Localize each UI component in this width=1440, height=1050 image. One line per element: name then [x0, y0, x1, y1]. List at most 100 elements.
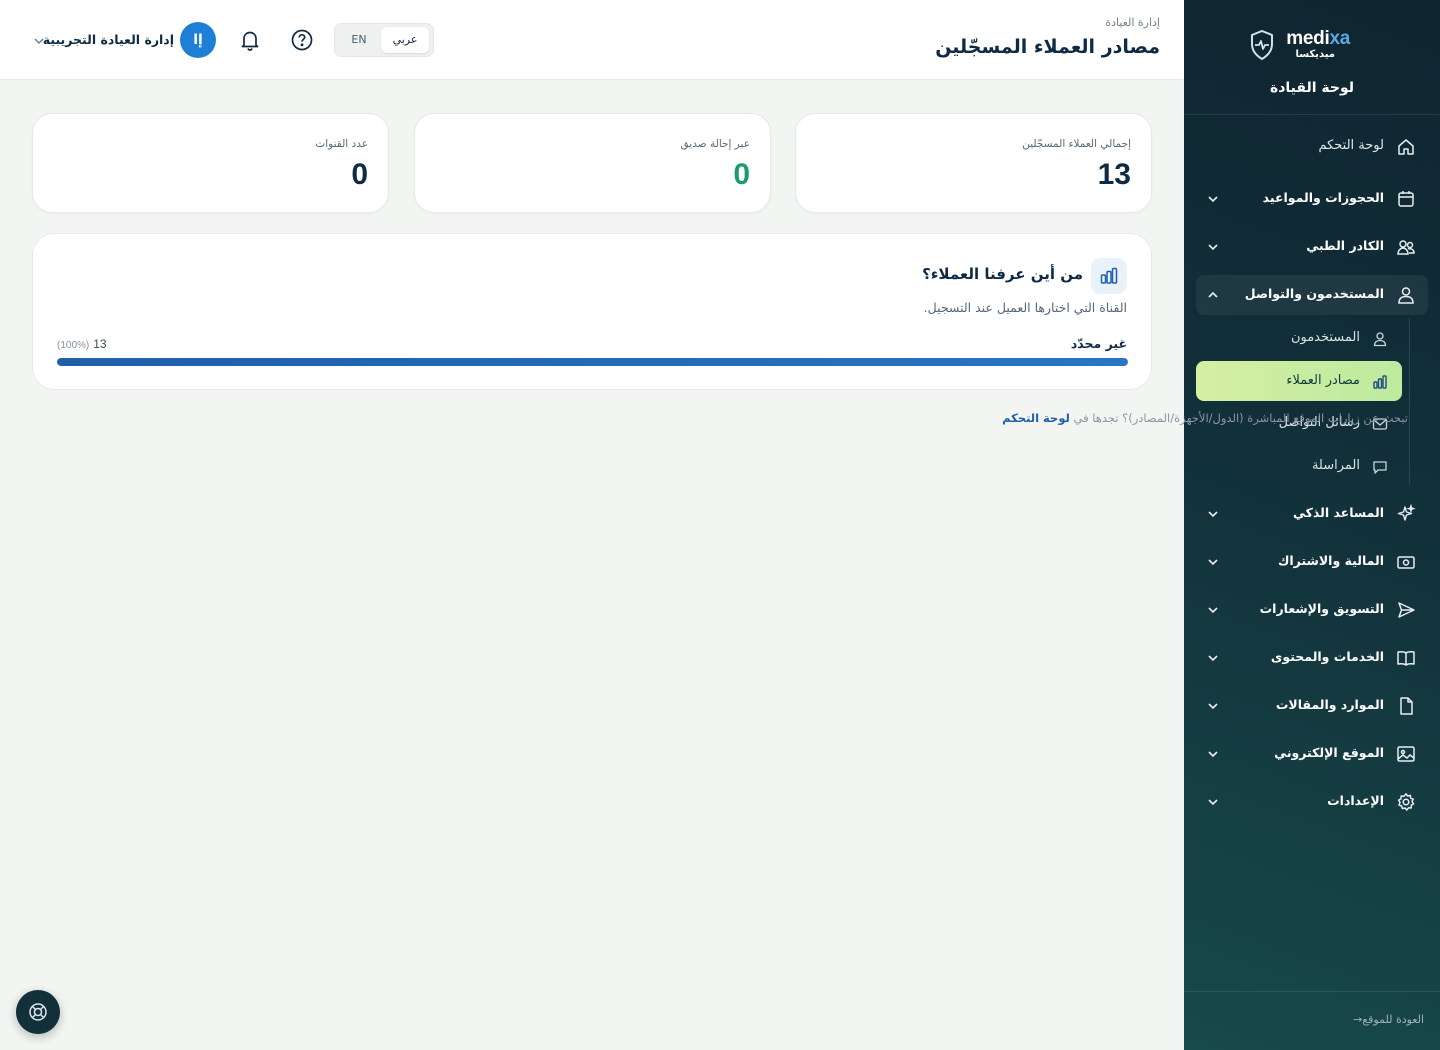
file-icon: [1400, 697, 1413, 715]
back-link-label: العودة للموقع: [1362, 1013, 1424, 1026]
home-icon: [1398, 139, 1414, 155]
sub-item-label: المراسلة: [1311, 458, 1360, 473]
chevron-down-icon: [1208, 244, 1218, 251]
chevron-up-icon: [1208, 291, 1218, 298]
sidebar-item-label: المستخدمون والتواصل: [1244, 286, 1384, 301]
sidebar-item-services[interactable]: الخدمات والمحتوى: [1196, 638, 1428, 678]
sidebar-item-label: لوحة التحكم: [1318, 138, 1384, 153]
user-icon: [1373, 332, 1387, 347]
shield-logo-icon: [1251, 30, 1273, 60]
chevron-down-icon: [34, 38, 44, 45]
chevron-down-icon: [1208, 799, 1218, 806]
arrow-right-icon: →: [1353, 1013, 1363, 1026]
sidebar-item-label: الخدمات والمحتوى: [1270, 649, 1384, 664]
lang-ar-button[interactable]: عربي: [381, 27, 429, 53]
sidebar-item-users-communication[interactable]: المستخدمون والتواصل: [1196, 275, 1428, 315]
user-menu[interactable]: إا إدارة العيادة التجريبية: [30, 22, 218, 58]
source-row-count: (100%) 13: [57, 337, 107, 351]
lang-en-button[interactable]: EN: [339, 27, 379, 53]
divider: [1184, 991, 1440, 992]
stat-label: عبر إحالة صديق: [680, 138, 750, 150]
bar-chart-icon: [1100, 267, 1118, 284]
sidebar-item-label: الموارد والمقالات: [1275, 697, 1384, 712]
chevron-down-icon: [1208, 196, 1218, 203]
sidebar-item-label: الموقع الإلكتروني: [1274, 745, 1384, 760]
language-switch: EN عربي: [334, 23, 434, 57]
chevron-down-icon: [1208, 751, 1218, 758]
sidebar-item-marketing[interactable]: التسويق والإشعارات: [1196, 590, 1428, 630]
staff-icon: [1397, 240, 1415, 255]
sub-item-label: مصادر العملاء: [1286, 373, 1360, 388]
panel-description: القناة التي اختارها العميل عند التسجيل.: [923, 300, 1127, 315]
divider: [1184, 114, 1440, 115]
gear-icon: [1397, 793, 1415, 811]
source-progress-fill: [57, 358, 1128, 366]
brand-arabic-name: ميديكسا: [1295, 49, 1335, 60]
site-analytics-hint: تبحث عن زيارات الموقع المباشرة (الدول/ال…: [1002, 411, 1408, 425]
chevron-down-icon: [1208, 607, 1218, 614]
brand-wordmark: medixa: [1286, 28, 1350, 49]
stat-value: 13: [1097, 158, 1131, 191]
top-bar: إدارة العيادة مصادر العملاء المسجّلين EN…: [0, 0, 1184, 80]
sidebar-item-ai-assistant[interactable]: المساعد الذكي: [1196, 494, 1428, 534]
bar-chart-icon: [1373, 375, 1387, 389]
source-progress-track: [57, 358, 1128, 366]
floating-help-button[interactable]: [16, 990, 60, 1034]
sidebar-item-label: الكادر الطبي: [1306, 238, 1384, 253]
sidebar-item-label: المساعد الذكي: [1293, 505, 1384, 520]
sidebar-item-label: التسويق والإشعارات: [1259, 601, 1384, 616]
stat-card-channel-count: عدد القنوات 0: [32, 113, 389, 213]
money-icon: [1397, 556, 1415, 569]
sub-item-client-sources[interactable]: مصادر العملاء: [1196, 361, 1402, 401]
book-icon: [1397, 650, 1415, 666]
sub-item-messaging[interactable]: المراسلة: [1196, 446, 1402, 486]
page-title: مصادر العملاء المسجّلين: [935, 36, 1160, 58]
sidebar-item-resources[interactable]: الموارد والمقالات: [1196, 686, 1428, 726]
sidebar-item-website[interactable]: الموقع الإلكتروني: [1196, 734, 1428, 774]
stat-value: 0: [351, 158, 368, 191]
source-row-label: غير محدّد: [1070, 336, 1127, 351]
chat-icon: [1373, 461, 1387, 474]
stat-label: عدد القنوات: [315, 138, 368, 150]
submenu-guide-line: [1409, 318, 1410, 484]
send-icon: [1398, 602, 1415, 618]
stat-label: إجمالي العملاء المسجّلين: [1022, 138, 1131, 150]
back-to-site-link[interactable]: العودة للموقع→: [1347, 1013, 1424, 1026]
user-name: إدارة العيادة التجريبية: [42, 32, 174, 47]
hint-text: تبحث عن زيارات الموقع المباشرة (الدول/ال…: [1069, 411, 1409, 425]
chevron-down-icon: [1208, 559, 1218, 566]
sidebar-item-settings[interactable]: الإعدادات: [1196, 782, 1428, 822]
help-icon[interactable]: [288, 26, 316, 54]
sidebar-item-finance[interactable]: المالية والاشتراك: [1196, 542, 1428, 582]
panel-title: من أين عرفنا العملاء؟: [922, 265, 1083, 283]
lifebuoy-icon: [29, 1003, 47, 1021]
sidebar-title: لوحة القيادة: [1269, 80, 1355, 96]
bell-icon[interactable]: [236, 26, 264, 54]
stat-value: 0: [733, 158, 750, 191]
image-icon: [1397, 746, 1415, 762]
client-sources-panel: من أين عرفنا العملاء؟ القناة التي اختاره…: [32, 233, 1152, 390]
chevron-down-icon: [1208, 655, 1218, 662]
chevron-down-icon: [1208, 511, 1218, 518]
sidebar-item-dashboard[interactable]: لوحة التحكم: [1196, 127, 1428, 167]
sidebar-item-medical-staff[interactable]: الكادر الطبي: [1196, 227, 1428, 267]
dashboard-link[interactable]: لوحة التحكم: [1002, 411, 1070, 425]
chevron-down-icon: [1208, 703, 1218, 710]
sidebar: medixa ميديكسا لوحة القيادة لوحة التحكم …: [1184, 0, 1440, 1050]
stat-card-total-clients: إجمالي العملاء المسجّلين 13: [795, 113, 1152, 213]
stat-card-friend-referral: عبر إحالة صديق 0: [414, 113, 771, 213]
sub-item-label: المستخدمون: [1290, 330, 1360, 345]
user-icon: [1398, 287, 1414, 304]
brand-logo[interactable]: medixa ميديكسا: [1184, 28, 1440, 68]
sidebar-item-bookings[interactable]: الحجوزات والمواعيد: [1196, 179, 1428, 219]
source-row-value: 13: [93, 337, 107, 351]
breadcrumb[interactable]: إدارة العيادة: [1105, 16, 1160, 29]
sparkle-icon: [1397, 504, 1416, 521]
calendar-icon: [1398, 191, 1414, 207]
sidebar-item-label: الإعدادات: [1327, 793, 1384, 808]
source-row-percent: (100%): [57, 340, 90, 351]
sub-item-users[interactable]: المستخدمون: [1196, 318, 1402, 358]
sidebar-item-label: الحجوزات والمواعيد: [1262, 190, 1384, 205]
panel-icon-badge: [1091, 258, 1127, 294]
avatar: إا: [180, 22, 216, 58]
